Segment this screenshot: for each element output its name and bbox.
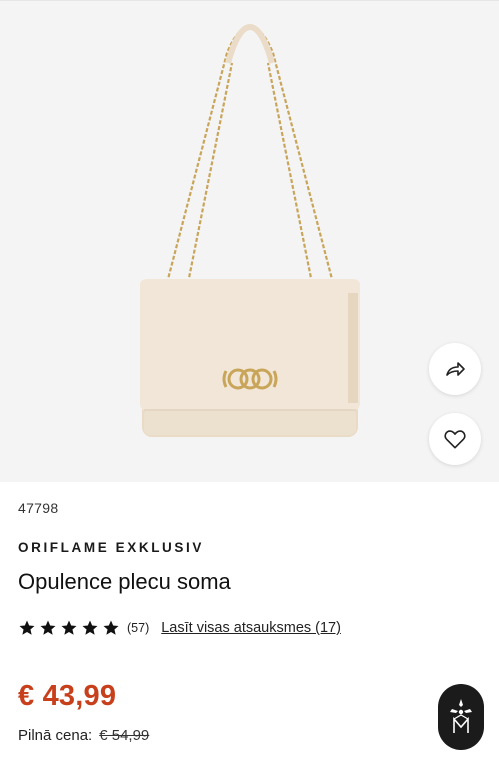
rating-count: (57)	[127, 621, 150, 635]
star-icon	[61, 620, 77, 635]
product-rating: (57) Lasīt visas atsauksmes (17)	[18, 618, 341, 638]
full-price-value: € 54,99	[99, 727, 150, 744]
heart-icon	[444, 430, 466, 449]
product-sku: 47798	[18, 500, 59, 516]
assistant-logo-icon	[450, 699, 472, 733]
star-icon	[40, 620, 56, 635]
share-icon	[446, 362, 465, 376]
favorite-button[interactable]	[429, 413, 481, 465]
rating-stars	[18, 619, 120, 637]
product-image[interactable]	[130, 23, 370, 443]
read-reviews-link[interactable]: Lasīt visas atsauksmes (17)	[161, 620, 341, 636]
assistant-button[interactable]	[438, 684, 484, 750]
full-price: Pilnā cena: € 54,99	[18, 727, 149, 744]
share-button[interactable]	[429, 343, 481, 395]
product-brand: ORIFLAME EXKLUSIV	[18, 540, 204, 555]
product-title: Opulence plecu soma	[18, 569, 231, 594]
product-price: € 43,99	[18, 680, 117, 712]
full-price-label: Pilnā cena:	[18, 727, 93, 744]
star-icon	[82, 620, 98, 635]
star-icon	[19, 620, 35, 635]
product-image-area	[0, 0, 499, 482]
star-icon	[103, 620, 119, 635]
